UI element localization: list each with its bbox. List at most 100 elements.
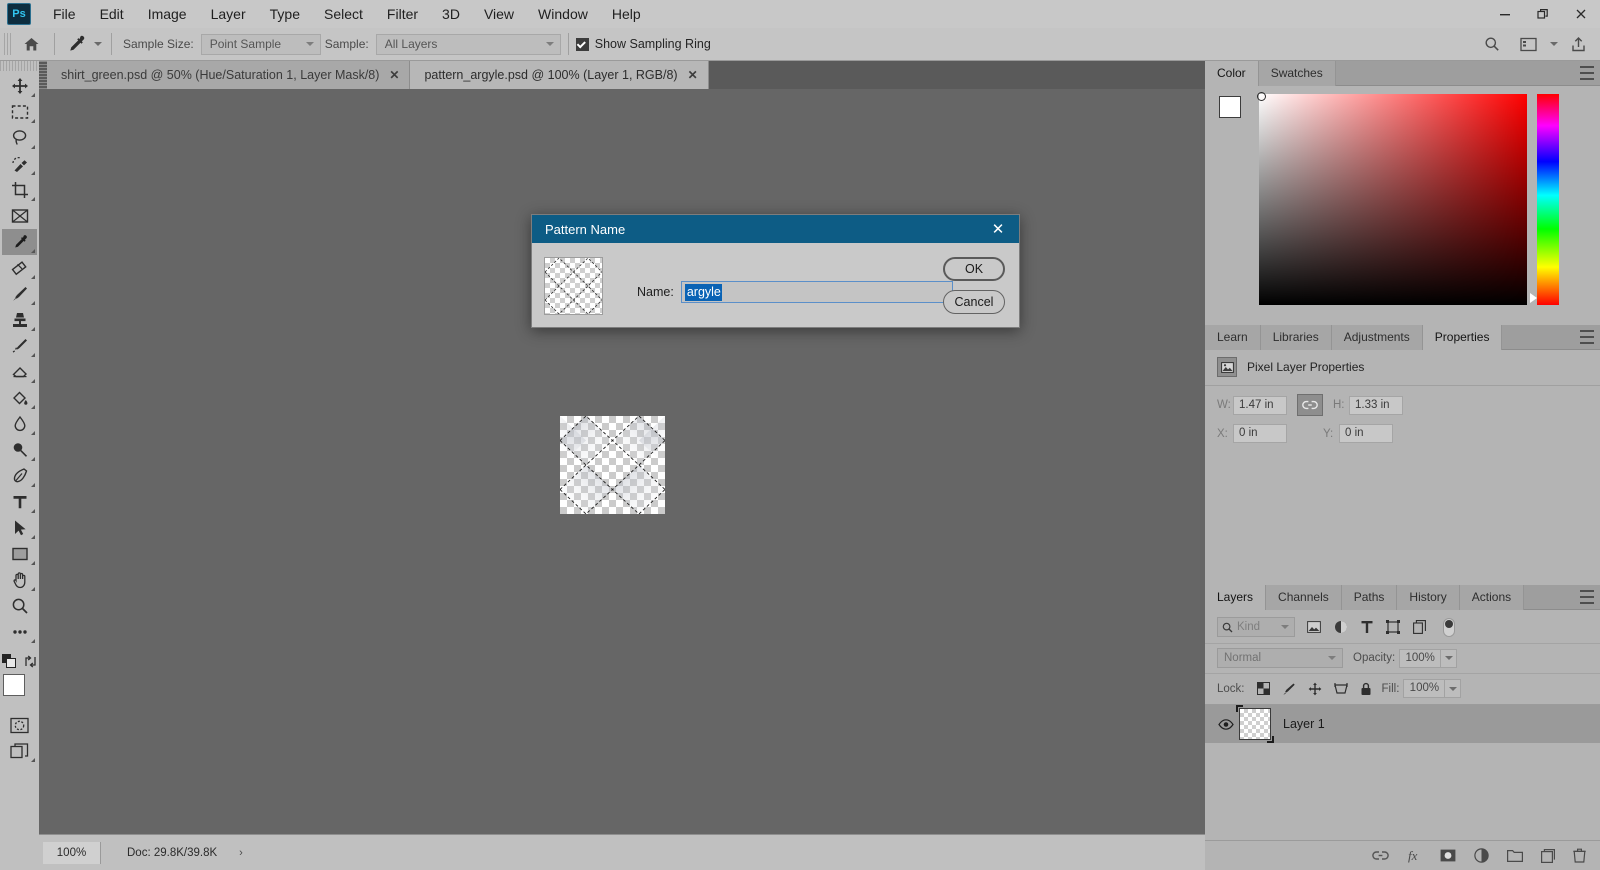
- layer-row-layer-1[interactable]: Layer 1: [1205, 705, 1600, 743]
- history-brush-tool[interactable]: [2, 333, 37, 359]
- menu-select[interactable]: Select: [312, 0, 375, 28]
- filter-kind-select[interactable]: Kind: [1217, 617, 1295, 637]
- tab-adjustments[interactable]: Adjustments: [1331, 325, 1423, 350]
- lock-position-icon[interactable]: [1308, 682, 1322, 696]
- sample-size-select[interactable]: Point Sample: [200, 33, 321, 55]
- lock-all-icon[interactable]: [1360, 682, 1372, 696]
- filter-shape-icon[interactable]: [1386, 620, 1400, 634]
- color-swatches[interactable]: [2, 674, 37, 708]
- filter-smart-object-icon[interactable]: [1413, 620, 1426, 634]
- cancel-button[interactable]: Cancel: [943, 290, 1005, 314]
- x-field[interactable]: 0 in: [1233, 424, 1287, 443]
- share-button[interactable]: [1564, 32, 1592, 57]
- lock-transparent-pixels-icon[interactable]: [1256, 682, 1270, 695]
- minimize-button[interactable]: [1486, 0, 1524, 28]
- menu-filter[interactable]: Filter: [375, 0, 430, 28]
- width-field[interactable]: 1.47 in: [1233, 395, 1287, 415]
- edit-toolbar-button[interactable]: [2, 619, 37, 645]
- healing-brush-tool[interactable]: [2, 255, 37, 281]
- hue-slider[interactable]: [1530, 94, 1559, 305]
- active-tool-chip[interactable]: [62, 32, 104, 57]
- link-layers-icon[interactable]: [1372, 850, 1389, 861]
- tab-strip-grip[interactable]: [39, 61, 47, 89]
- menu-window[interactable]: Window: [526, 0, 600, 28]
- type-tool[interactable]: [2, 489, 37, 515]
- tab-color[interactable]: Color: [1205, 61, 1259, 86]
- tab-history[interactable]: History: [1397, 585, 1460, 610]
- rectangle-tool[interactable]: [2, 541, 37, 567]
- panel-foreground-swatch[interactable]: [1219, 96, 1241, 118]
- tab-swatches[interactable]: Swatches: [1258, 61, 1336, 86]
- new-group-icon[interactable]: [1507, 849, 1523, 862]
- opacity-stepper[interactable]: [1441, 648, 1458, 668]
- move-tool[interactable]: [2, 73, 37, 99]
- screen-mode-button[interactable]: [2, 738, 37, 764]
- close-tab-icon[interactable]: ✕: [688, 68, 698, 82]
- color-panel-menu-icon[interactable]: [1580, 66, 1594, 80]
- canvas-area[interactable]: [39, 89, 1205, 834]
- status-expand-icon[interactable]: ›: [239, 847, 243, 859]
- layers-panel-menu-icon[interactable]: [1580, 590, 1594, 604]
- menu-type[interactable]: Type: [258, 0, 312, 28]
- blend-mode-select[interactable]: Normal: [1217, 648, 1343, 668]
- document-canvas[interactable]: [560, 416, 665, 514]
- quick-mask-button[interactable]: [2, 712, 37, 738]
- color-picker-field[interactable]: [1257, 92, 1527, 305]
- workspace-chevron-down-icon[interactable]: [1550, 42, 1558, 46]
- tab-libraries[interactable]: Libraries: [1260, 325, 1332, 350]
- eyedropper-tool[interactable]: [2, 229, 37, 255]
- zoom-level-field[interactable]: 100%: [43, 841, 101, 864]
- document-tab-shirt-green[interactable]: shirt_green.psd @ 50% (Hue/Saturation 1,…: [47, 61, 411, 89]
- pattern-name-input[interactable]: argyle: [680, 281, 953, 303]
- menu-help[interactable]: Help: [600, 0, 653, 28]
- tool-preset-chevron-down-icon[interactable]: [94, 42, 102, 46]
- layer-thumbnail[interactable]: [1236, 705, 1274, 743]
- height-field[interactable]: 1.33 in: [1349, 395, 1403, 415]
- layer-style-fx-icon[interactable]: fx: [1407, 848, 1422, 863]
- menu-file[interactable]: File: [41, 0, 88, 28]
- pen-tool[interactable]: [2, 463, 37, 489]
- menu-view[interactable]: View: [472, 0, 526, 28]
- hand-tool[interactable]: [2, 567, 37, 593]
- hue-slider-handle[interactable]: [1530, 293, 1537, 303]
- home-button[interactable]: [17, 32, 45, 57]
- options-bar-grip[interactable]: [4, 33, 11, 55]
- tab-learn[interactable]: Learn: [1205, 325, 1261, 350]
- paint-bucket-tool[interactable]: [2, 385, 37, 411]
- opacity-field[interactable]: 100%: [1399, 648, 1442, 668]
- search-button[interactable]: [1478, 32, 1506, 57]
- zoom-tool[interactable]: [2, 593, 37, 619]
- maximize-button[interactable]: [1524, 0, 1562, 28]
- filter-type-icon[interactable]: [1361, 620, 1373, 634]
- eraser-tool[interactable]: [2, 359, 37, 385]
- document-tab-pattern-argyle[interactable]: pattern_argyle.psd @ 100% (Layer 1, RGB/…: [410, 61, 709, 89]
- close-tab-icon[interactable]: ✕: [389, 68, 399, 82]
- ok-button[interactable]: OK: [943, 257, 1005, 281]
- brush-tool[interactable]: [2, 281, 37, 307]
- workspace-button[interactable]: [1514, 32, 1542, 57]
- dialog-close-icon[interactable]: ✕: [985, 217, 1011, 241]
- frame-tool[interactable]: [2, 203, 37, 229]
- tab-channels[interactable]: Channels: [1266, 585, 1342, 610]
- close-button[interactable]: [1562, 0, 1600, 28]
- adjustment-layer-icon[interactable]: [1474, 848, 1489, 863]
- tab-paths[interactable]: Paths: [1341, 585, 1398, 610]
- layer-name-label[interactable]: Layer 1: [1283, 717, 1325, 731]
- default-colors-icon[interactable]: [2, 654, 16, 668]
- link-dimensions-button[interactable]: [1297, 394, 1323, 416]
- crop-tool[interactable]: [2, 177, 37, 203]
- menu-layer[interactable]: Layer: [199, 0, 258, 28]
- color-field-picker-handle[interactable]: [1257, 92, 1266, 101]
- layer-visibility-toggle[interactable]: [1213, 718, 1239, 730]
- tab-actions[interactable]: Actions: [1459, 585, 1525, 610]
- swap-colors-icon[interactable]: [24, 655, 37, 668]
- lasso-tool[interactable]: [2, 125, 37, 151]
- tab-properties[interactable]: Properties: [1422, 325, 1503, 350]
- foreground-color-swatch[interactable]: [2, 674, 25, 696]
- add-mask-icon[interactable]: [1440, 849, 1456, 862]
- menu-edit[interactable]: Edit: [88, 0, 136, 28]
- fill-stepper[interactable]: [1445, 679, 1462, 698]
- y-field[interactable]: 0 in: [1339, 424, 1393, 443]
- delete-layer-icon[interactable]: [1573, 848, 1586, 863]
- new-layer-icon[interactable]: [1541, 848, 1555, 863]
